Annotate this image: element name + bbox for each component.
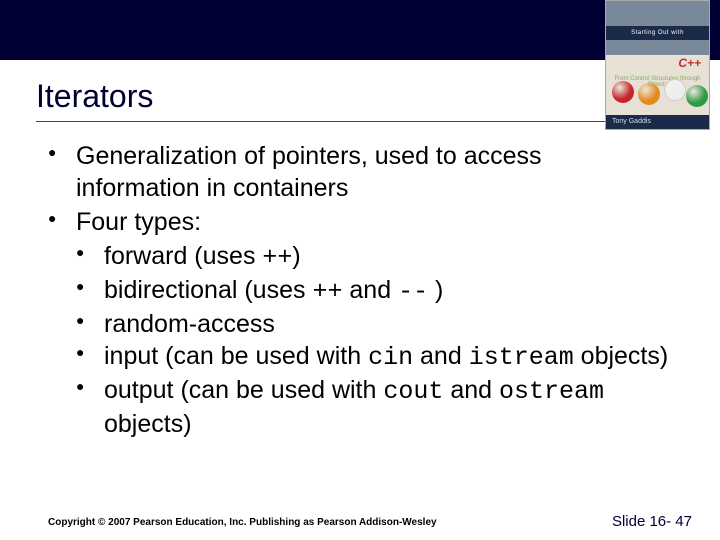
sub-bullet-item: random-access	[76, 308, 672, 340]
sub-bullet-list: forward (uses ++) bidirectional (uses ++…	[76, 240, 672, 440]
sub-bullet-text: forward (uses ++)	[104, 242, 301, 270]
copyright-text: Copyright © 2007 Pearson Education, Inc.…	[48, 517, 437, 528]
cover-art	[606, 77, 709, 107]
bullet-text: Four types:	[76, 208, 201, 236]
book-cover-image: Starting Out with C++ From Control Struc…	[605, 0, 710, 130]
cover-lang: C++	[678, 56, 701, 70]
code-token: istream	[469, 343, 574, 372]
bullet-item: Four types: forward (uses ++) bidirectio…	[48, 206, 672, 440]
sub-bullet-text: output (can be used with cout and ostrea…	[104, 376, 604, 438]
ball-icon	[612, 81, 634, 103]
ball-icon	[686, 85, 708, 107]
sub-bullet-item: input (can be used with cin and istream …	[76, 340, 672, 374]
cover-stripe: Starting Out with	[606, 26, 709, 40]
code-token: cout	[383, 377, 443, 406]
cover-author: Tony Gaddis	[606, 115, 709, 129]
sub-bullet-text: bidirectional (uses ++ and -- )	[104, 276, 443, 304]
slide: Starting Out with C++ From Control Struc…	[0, 0, 720, 540]
code-token: --	[398, 277, 428, 306]
bullet-text: Generalization of pointers, used to acce…	[76, 142, 542, 202]
code-token: ++	[312, 277, 342, 306]
slide-number: Slide 16- 47	[612, 513, 692, 530]
code-token: cin	[368, 343, 413, 372]
sub-bullet-text: input (can be used with cin and istream …	[104, 342, 668, 370]
sub-bullet-text: random-access	[104, 310, 275, 338]
bullet-list: Generalization of pointers, used to acce…	[48, 140, 672, 440]
sub-bullet-item: bidirectional (uses ++ and -- )	[76, 274, 672, 308]
code-token: ++	[262, 243, 292, 272]
ball-icon	[664, 79, 686, 101]
sub-bullet-item: output (can be used with cout and ostrea…	[76, 374, 672, 440]
content-area: Generalization of pointers, used to acce…	[0, 122, 720, 440]
sub-bullet-item: forward (uses ++)	[76, 240, 672, 274]
ball-icon	[638, 83, 660, 105]
code-token: ostream	[499, 377, 604, 406]
bullet-item: Generalization of pointers, used to acce…	[48, 140, 672, 204]
